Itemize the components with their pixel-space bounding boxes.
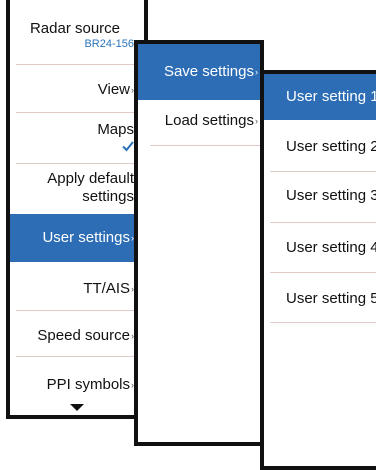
checkmark-icon <box>122 141 134 152</box>
tt-ais-label: TT/AIS <box>83 280 130 297</box>
load-settings-label: Load settings <box>164 112 254 129</box>
scroll-down-icon[interactable] <box>70 404 84 411</box>
view-label: View <box>97 81 130 98</box>
menu-item-user-setting-4[interactable]: User setting 4 <box>264 239 376 257</box>
menu-item-user-setting-3[interactable]: User setting 3 <box>264 187 376 205</box>
user-setting-4-label: User setting 4 <box>286 239 376 256</box>
user-setting-2-label: User setting 2 <box>286 138 376 155</box>
menu-item-speed-source[interactable]: Speed source› <box>10 327 144 345</box>
menu-item-radar-source[interactable]: Radar source BR24-156 <box>10 20 144 50</box>
menu-item-load-settings[interactable]: Load settings› <box>138 112 260 130</box>
radar-source-label: Radar source <box>29 20 121 37</box>
apply-default-label-line2: settings <box>82 188 134 205</box>
maps-label: Maps <box>97 121 134 138</box>
chevron-right-icon: › <box>255 116 258 126</box>
menu-item-view[interactable]: View› <box>10 81 144 99</box>
chevron-right-icon: › <box>255 67 258 77</box>
menu-item-user-setting-5[interactable]: User setting 5 <box>264 290 376 308</box>
menu-item-save-settings[interactable]: Save settings› <box>138 44 260 100</box>
user-settings-label: User settings <box>42 229 130 246</box>
ppi-symbols-label: PPI symbols <box>46 376 130 393</box>
user-setting-1-label: User setting 1 <box>286 88 376 105</box>
speed-source-label: Speed source <box>37 327 130 344</box>
save-settings-submenu: User setting 1 User setting 2 User setti… <box>260 70 376 470</box>
menu-item-user-setting-2[interactable]: User setting 2 <box>264 138 376 156</box>
user-setting-5-label: User setting 5 <box>286 290 376 307</box>
menu-item-user-setting-1[interactable]: User setting 1 <box>264 74 376 120</box>
save-settings-label: Save settings <box>163 63 254 80</box>
radar-source-value: BR24-156 <box>84 38 134 50</box>
apply-default-label-line1: Apply default <box>47 170 134 187</box>
menu-item-tt-ais[interactable]: TT/AIS› <box>10 280 144 298</box>
main-menu-panel: Radar source BR24-156 View› Maps Apply d… <box>6 0 148 419</box>
menu-item-ppi-symbols[interactable]: PPI symbols› <box>10 376 144 394</box>
user-settings-submenu: Save settings› Load settings› <box>134 40 264 446</box>
menu-item-user-settings[interactable]: User settings› <box>10 214 144 262</box>
menu-item-apply-default-settings[interactable]: Apply default settings <box>10 170 144 206</box>
user-setting-3-label: User setting 3 <box>286 187 376 204</box>
menu-item-maps[interactable]: Maps <box>10 121 144 153</box>
